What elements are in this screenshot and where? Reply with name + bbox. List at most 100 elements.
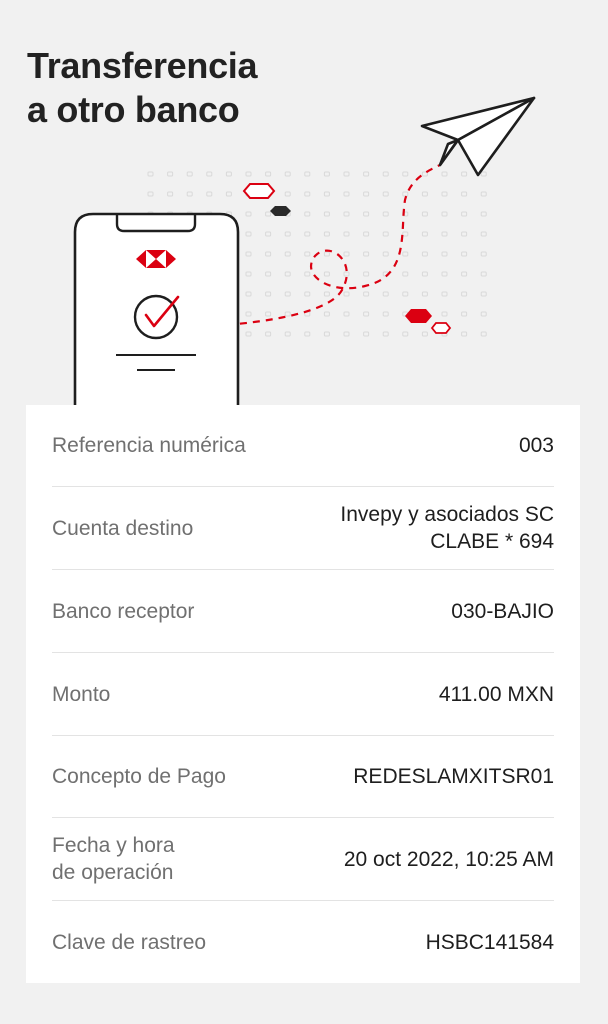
grid-dot <box>323 191 330 197</box>
grid-dot <box>245 231 252 237</box>
transfer-details-card: Referencia numérica 003 Cuenta destino I… <box>26 405 580 983</box>
grid-dot <box>421 231 428 237</box>
grid-dot <box>441 191 448 197</box>
grid-dot <box>186 191 193 197</box>
grid-dot <box>382 311 389 317</box>
grid-dot <box>480 311 487 317</box>
grid-dot <box>363 271 370 277</box>
grid-dot <box>206 191 213 197</box>
grid-dot <box>304 291 311 297</box>
grid-dot <box>284 331 291 337</box>
grid-dot <box>304 231 311 237</box>
grid-dot <box>284 171 291 177</box>
grid-dot <box>461 311 468 317</box>
grid-dot <box>304 191 311 197</box>
grid-dot <box>480 271 487 277</box>
grid-dot <box>402 251 409 257</box>
grid-dot <box>480 251 487 257</box>
detail-row-datetime: Fecha y hora de operación 20 oct 2022, 1… <box>52 818 554 901</box>
grid-dot <box>480 191 487 197</box>
grid-dot <box>284 291 291 297</box>
grid-dot <box>421 171 428 177</box>
grid-dot <box>441 171 448 177</box>
grid-dot <box>402 331 409 337</box>
grid-dot <box>284 251 291 257</box>
detail-row-receiving-bank: Banco receptor 030-BAJIO <box>52 570 554 653</box>
grid-dot <box>402 171 409 177</box>
grid-dot <box>480 331 487 337</box>
grid-dot <box>304 271 311 277</box>
grid-dot <box>461 331 468 337</box>
datetime-label-line-1: Fecha y hora <box>52 834 175 857</box>
grid-dot <box>402 231 409 237</box>
grid-dot <box>461 231 468 237</box>
tracking-key-value: HSBC141584 <box>425 930 554 954</box>
destination-account-name: Invepy y asociados SC <box>340 503 554 526</box>
payment-concept-label: Concepto de Pago <box>52 765 226 788</box>
grid-dot <box>284 271 291 277</box>
grid-dot <box>363 171 370 177</box>
grid-dot <box>284 191 291 197</box>
grid-dot <box>304 211 311 217</box>
reference-label: Referencia numérica <box>52 434 246 457</box>
grid-dot <box>480 231 487 237</box>
detail-row-payment-concept: Concepto de Pago REDESLAMXITSR01 <box>52 736 554 818</box>
receiving-bank-value: 030-BAJIO <box>451 599 554 623</box>
grid-dot <box>461 271 468 277</box>
reference-value: 003 <box>518 434 554 457</box>
grid-dot <box>382 211 389 217</box>
hexagon-small-outline-icon <box>430 322 452 334</box>
grid-dot <box>363 231 370 237</box>
destination-account-clabe: CLABE * 694 <box>430 530 554 553</box>
grid-dot <box>421 191 428 197</box>
grid-dot <box>225 191 232 197</box>
grid-dot <box>147 191 154 197</box>
receiving-bank-label: Banco receptor <box>52 599 195 623</box>
grid-dot <box>402 291 409 297</box>
grid-dot <box>480 211 487 217</box>
phone-icon <box>73 212 240 410</box>
detail-row-reference: Referencia numérica 003 <box>52 405 554 487</box>
datetime-value: 20 oct 2022, 10:25 AM <box>343 847 554 871</box>
grid-dot <box>363 191 370 197</box>
grid-dot <box>363 291 370 297</box>
grid-dot <box>343 291 350 297</box>
transfer-illustration <box>73 96 536 410</box>
grid-dot <box>441 231 448 237</box>
grid-dot <box>304 171 311 177</box>
grid-dot <box>382 191 389 197</box>
payment-concept-value: REDESLAMXITSR01 <box>353 765 554 788</box>
grid-dot <box>402 191 409 197</box>
grid-dot <box>441 271 448 277</box>
grid-dot <box>245 311 252 317</box>
grid-dot <box>461 211 468 217</box>
grid-dot <box>147 171 154 177</box>
grid-dot <box>265 231 272 237</box>
grid-dot <box>461 291 468 297</box>
grid-dot <box>382 331 389 337</box>
grid-dot <box>323 331 330 337</box>
grid-dot <box>363 331 370 337</box>
grid-dot <box>206 171 213 177</box>
grid-dot <box>441 311 448 317</box>
grid-dot <box>363 311 370 317</box>
hexagon-red-icon <box>405 309 432 323</box>
grid-dot <box>382 231 389 237</box>
grid-dot <box>167 171 174 177</box>
grid-dot <box>363 251 370 257</box>
amount-label: Monto <box>52 682 111 706</box>
grid-dot <box>343 271 350 277</box>
grid-dot <box>304 331 311 337</box>
grid-dot <box>245 211 252 217</box>
grid-dot <box>441 291 448 297</box>
grid-dot <box>421 291 428 297</box>
grid-dot <box>343 231 350 237</box>
grid-dot <box>382 171 389 177</box>
grid-dot <box>461 251 468 257</box>
grid-dot <box>323 231 330 237</box>
detail-row-tracking-key: Clave de rastreo HSBC141584 <box>52 901 554 983</box>
grid-dot <box>245 251 252 257</box>
grid-dot <box>480 291 487 297</box>
hexagon-black-icon <box>270 206 291 216</box>
grid-dot <box>323 271 330 277</box>
